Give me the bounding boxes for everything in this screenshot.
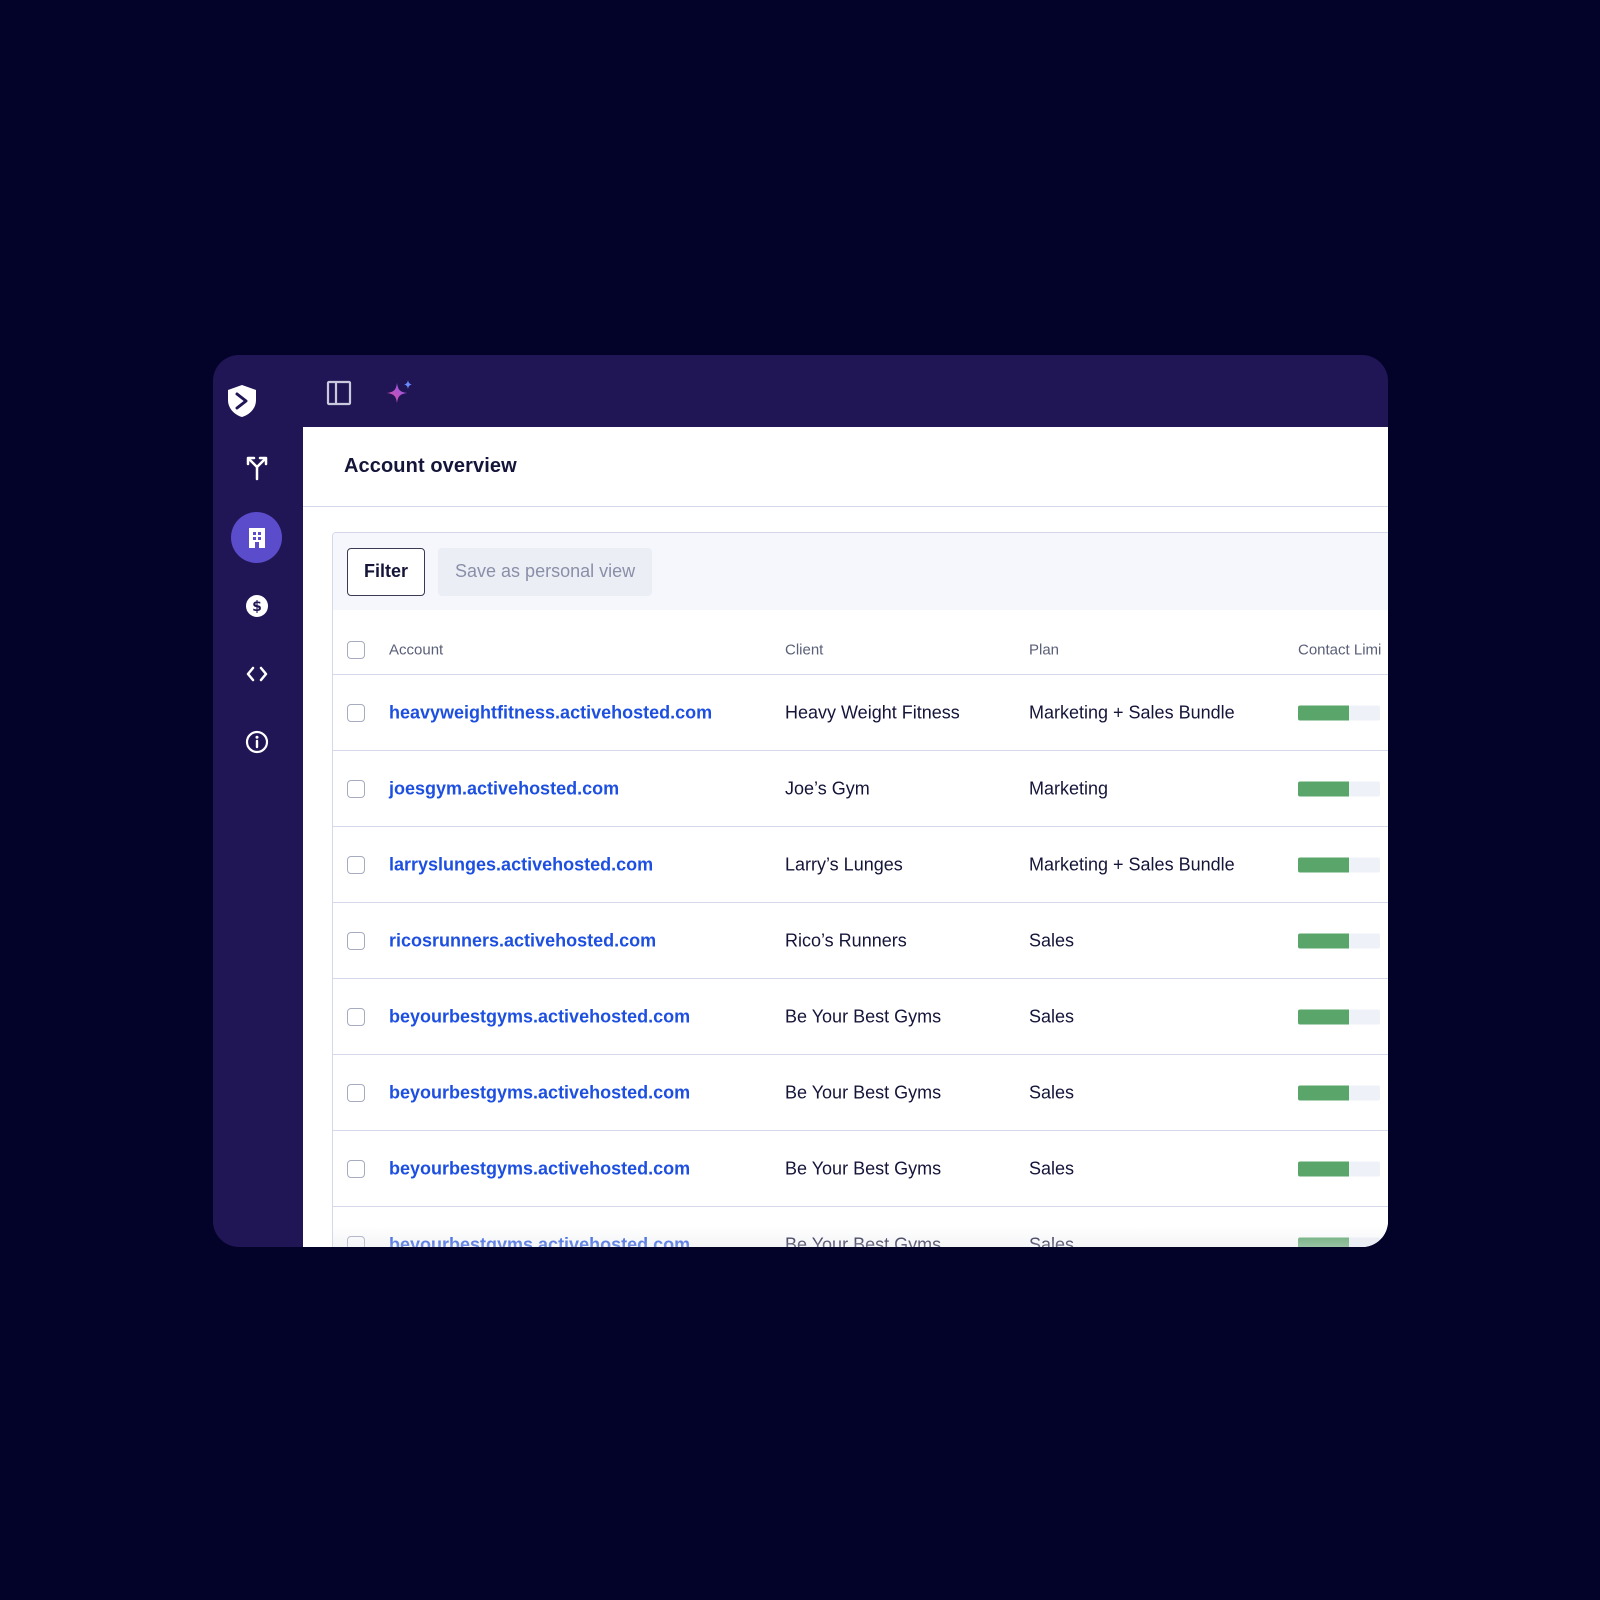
plan-name: Sales — [1029, 930, 1075, 950]
filter-button[interactable]: Filter — [347, 547, 426, 596]
main-panel: Account overview Filter Save as personal… — [303, 427, 1388, 1247]
info-icon[interactable] — [231, 716, 282, 767]
contact-limit-fill — [1298, 781, 1349, 796]
dollar-icon[interactable]: $ — [231, 580, 282, 631]
contact-limit-bar — [1298, 781, 1380, 796]
account-link[interactable]: beyourbestgyms.activehosted.com — [389, 1082, 690, 1103]
client-name: Larry’s Lunges — [785, 854, 903, 874]
app-window: $ Account overview Filter Save as person… — [213, 355, 1388, 1247]
row-checkbox[interactable] — [347, 1007, 365, 1026]
contact-limit-bar — [1298, 705, 1380, 720]
contact-limit-fill — [1298, 1009, 1349, 1024]
row-checkbox[interactable] — [347, 1083, 365, 1102]
table-row[interactable]: heavyweightfitness.activehosted.com Heavy… — [333, 675, 1388, 751]
contact-limit-fill — [1298, 1085, 1349, 1100]
client-name: Rico’s Runners — [785, 930, 907, 950]
contact-limit-bar — [1298, 857, 1380, 872]
plan-name: Marketing + Sales Bundle — [1029, 854, 1235, 874]
contact-limit-bar — [1298, 933, 1380, 948]
table-header: Account Client Plan Contact Limi — [333, 610, 1388, 675]
account-link[interactable]: heavyweightfitness.activehosted.com — [389, 702, 712, 723]
svg-text:$: $ — [252, 599, 262, 615]
contact-limit-bar — [1298, 1085, 1380, 1100]
contact-limit-fill — [1298, 933, 1349, 948]
accounts-table: Filter Save as personal view Account Cli… — [332, 532, 1388, 1247]
table-body: heavyweightfitness.activehosted.com Heavy… — [333, 675, 1388, 1247]
account-link[interactable]: beyourbestgyms.activehosted.com — [389, 1006, 690, 1027]
plan-name: Sales — [1029, 1082, 1075, 1102]
page-title: Account overview — [344, 455, 517, 477]
table-row[interactable]: ricosrunners.activehosted.com Rico’s Runn… — [333, 903, 1388, 979]
client-name: Be Your Best Gyms — [785, 1006, 942, 1026]
plan-name: Marketing — [1029, 778, 1109, 798]
header-plan[interactable]: Plan — [1029, 641, 1059, 658]
sidebar-toggle-icon[interactable] — [319, 373, 359, 413]
contact-limit-fill — [1298, 1161, 1349, 1176]
routes-icon[interactable] — [231, 442, 282, 493]
contact-limit-fill — [1298, 857, 1349, 872]
sparkle-icon[interactable] — [380, 373, 420, 413]
row-checkbox[interactable] — [347, 855, 365, 874]
table-row[interactable]: beyourbestgyms.activehosted.com Be Your B… — [333, 1055, 1388, 1131]
contact-limit-fill — [1298, 1237, 1349, 1247]
logo-icon[interactable] — [225, 383, 259, 419]
plan-name: Sales — [1029, 1234, 1075, 1247]
row-checkbox[interactable] — [347, 931, 365, 950]
header-account[interactable]: Account — [389, 641, 443, 658]
nav-rail: $ — [213, 355, 303, 1247]
contact-limit-bar — [1298, 1161, 1380, 1176]
contact-limit-bar — [1298, 1009, 1380, 1024]
account-link[interactable]: joesgym.activehosted.com — [389, 778, 619, 799]
client-name: Heavy Weight Fitness — [785, 702, 960, 722]
table-toolbar: Filter Save as personal view — [333, 533, 1388, 610]
row-checkbox[interactable] — [347, 703, 365, 722]
client-name: Be Your Best Gyms — [785, 1234, 942, 1247]
table-row[interactable]: larryslunges.activehosted.com Larry’s Lun… — [333, 827, 1388, 903]
account-link[interactable]: ricosrunners.activehosted.com — [389, 930, 656, 951]
save-personal-view-button[interactable]: Save as personal view — [438, 547, 653, 596]
contact-limit-bar — [1298, 1237, 1380, 1247]
plan-name: Sales — [1029, 1006, 1075, 1026]
contact-limit-fill — [1298, 705, 1349, 720]
account-link[interactable]: beyourbestgyms.activehosted.com — [389, 1158, 690, 1179]
row-checkbox[interactable] — [347, 1159, 365, 1178]
header-client[interactable]: Client — [785, 641, 823, 658]
client-name: Joe’s Gym — [785, 778, 870, 798]
client-name: Be Your Best Gyms — [785, 1158, 942, 1178]
plan-name: Marketing + Sales Bundle — [1029, 702, 1235, 722]
panel-header: Account overview — [303, 427, 1388, 507]
row-checkbox[interactable] — [347, 1235, 365, 1247]
table-row[interactable]: beyourbestgyms.activehosted.com Be Your B… — [333, 979, 1388, 1055]
header-contact-limit[interactable]: Contact Limi — [1298, 641, 1381, 658]
plan-name: Sales — [1029, 1158, 1075, 1178]
row-checkbox[interactable] — [347, 779, 365, 798]
building-icon[interactable] — [231, 512, 282, 563]
select-all-checkbox[interactable] — [347, 640, 365, 659]
account-link[interactable]: beyourbestgyms.activehosted.com — [389, 1234, 690, 1247]
code-icon[interactable] — [231, 648, 282, 699]
client-name: Be Your Best Gyms — [785, 1082, 942, 1102]
table-row[interactable]: beyourbestgyms.activehosted.com Be Your B… — [333, 1131, 1388, 1207]
table-row[interactable]: beyourbestgyms.activehosted.com Be Your B… — [333, 1207, 1388, 1247]
table-row[interactable]: joesgym.activehosted.com Joe’s Gym Marketi… — [333, 751, 1388, 827]
account-link[interactable]: larryslunges.activehosted.com — [389, 854, 653, 875]
